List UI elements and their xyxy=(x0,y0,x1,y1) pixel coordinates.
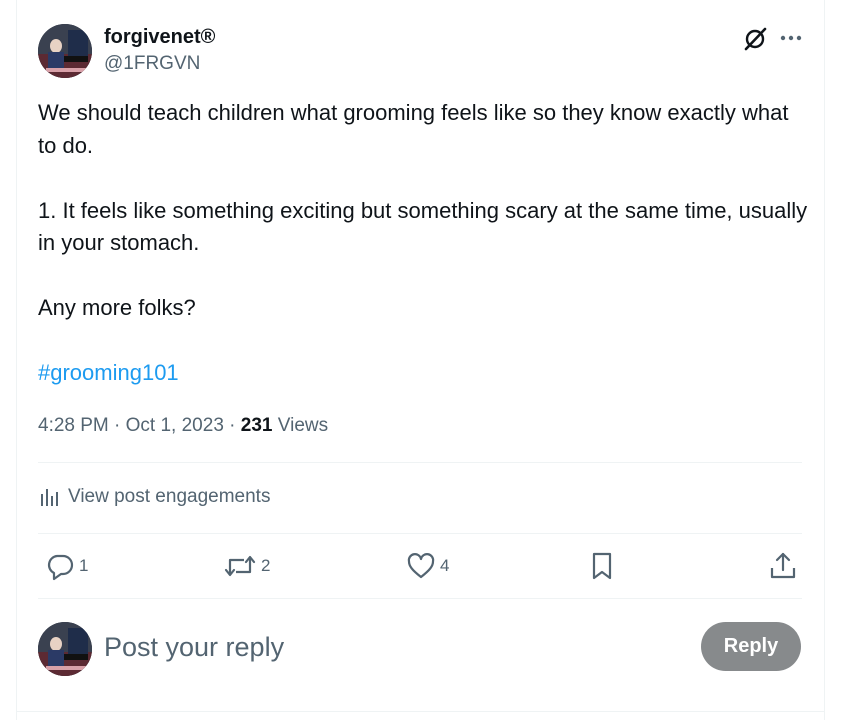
divider xyxy=(38,533,802,534)
analytics-icon xyxy=(41,489,58,506)
share-icon xyxy=(770,552,796,579)
engagements-label: View post engagements xyxy=(68,486,271,507)
divider xyxy=(16,711,825,712)
post-meta: 4:28 PM · Oct 1, 2023 · 231 Views xyxy=(38,413,328,439)
author-handle[interactable]: @1FRGVN xyxy=(104,52,200,76)
reply-count: 1 xyxy=(79,556,89,575)
bookmark-icon xyxy=(592,552,612,580)
reply-icon xyxy=(47,554,74,581)
share-action[interactable] xyxy=(768,550,798,582)
heart-icon xyxy=(407,553,435,579)
like-count: 4 xyxy=(440,556,450,575)
views-count: 231 xyxy=(240,415,273,436)
author-display-name[interactable]: forgivenet® xyxy=(104,25,215,49)
repost-icon xyxy=(224,555,256,577)
more-icon[interactable] xyxy=(778,26,804,52)
view-engagements-link[interactable]: View post engagements xyxy=(38,484,270,510)
post-date[interactable]: Oct 1, 2023 xyxy=(126,415,224,436)
post-time[interactable]: 4:28 PM xyxy=(38,415,109,436)
divider xyxy=(38,462,802,463)
user-avatar[interactable] xyxy=(38,622,92,676)
meta-separator: · xyxy=(223,415,241,436)
reply-action[interactable]: 1 xyxy=(45,550,88,582)
repost-count: 2 xyxy=(261,556,271,575)
grok-icon[interactable] xyxy=(741,25,769,53)
post-body: We should teach children what grooming f… xyxy=(38,100,808,320)
divider xyxy=(38,598,802,599)
views-label: Views xyxy=(277,415,329,436)
reply-button[interactable]: Reply xyxy=(701,622,801,671)
hashtag-link[interactable]: #grooming101 xyxy=(38,360,179,385)
like-action[interactable]: 4 xyxy=(406,550,449,582)
repost-action[interactable]: 2 xyxy=(223,550,270,582)
reply-input[interactable] xyxy=(104,628,664,666)
meta-separator: · xyxy=(108,415,126,436)
author-avatar[interactable] xyxy=(38,24,92,78)
post-text: We should teach children what grooming f… xyxy=(38,97,808,390)
bookmark-action[interactable] xyxy=(588,550,616,582)
